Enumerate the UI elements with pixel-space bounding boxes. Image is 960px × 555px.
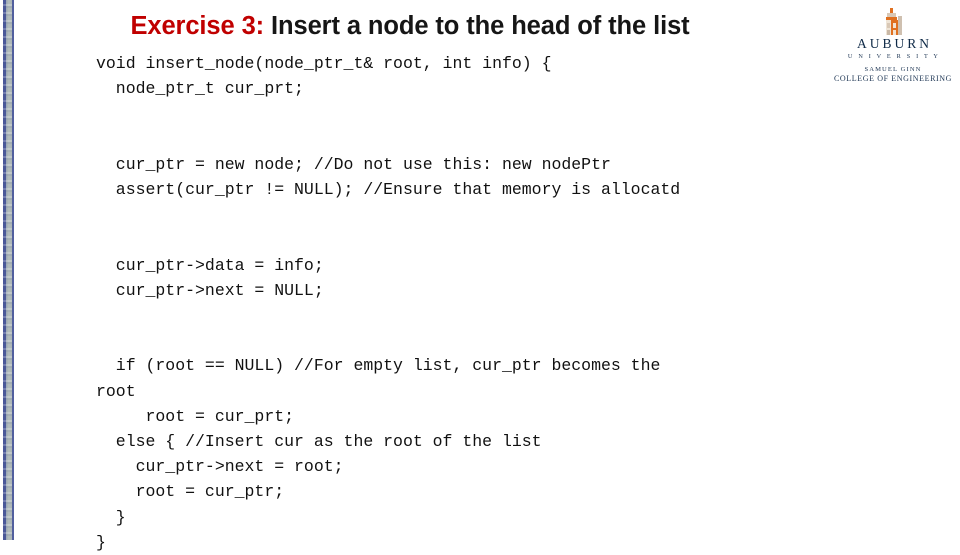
auburn-tower-icon: [830, 6, 956, 36]
code-line: node_ptr_t cur_prt;: [96, 79, 304, 99]
code-line: cur_ptr->next = NULL;: [96, 280, 324, 300]
code-line: cur_ptr->next = root;: [96, 457, 344, 477]
code-block: void insert_node(node_ptr_t& root, int i…: [96, 51, 926, 555]
code-line: if (root == NULL) //For empty list, cur_…: [96, 356, 661, 376]
code-line: cur_ptr->data = info;: [96, 255, 324, 275]
code-line: root = cur_ptr;: [96, 482, 285, 502]
slide-title: Exercise 3: Insert a node to the head of…: [60, 11, 760, 41]
slide-title-accent: Exercise 3:: [130, 12, 265, 40]
auburn-wordmark: AUBURN: [856, 36, 932, 51]
slide-title-rest: Insert a node to the head of the list: [264, 12, 690, 40]
left-edge-decorative-stripe: [0, 0, 16, 540]
code-line: }: [96, 507, 126, 527]
code-line: root = cur_prt;: [96, 406, 295, 426]
code-line: assert(cur_ptr != NULL); //Ensure that m…: [96, 179, 681, 199]
code-line: void insert_node(node_ptr_t& root, int i…: [96, 54, 552, 73]
code-line: root: [96, 381, 136, 401]
code-line: else { //Insert cur as the root of the l…: [96, 431, 542, 451]
stripe-right-border: [12, 0, 14, 540]
code-line: }: [96, 532, 106, 552]
code-line: cur_ptr = new node; //Do not use this: n…: [96, 154, 611, 174]
